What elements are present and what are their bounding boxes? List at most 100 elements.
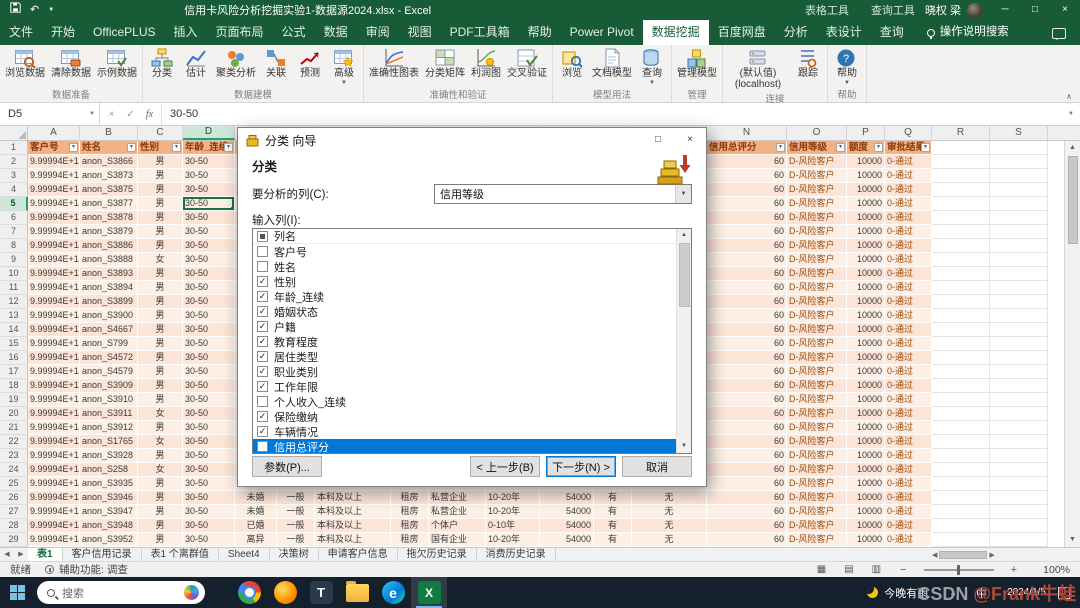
header-cell-D1[interactable]: 年龄_连续▼ [183, 141, 235, 155]
cell-P24[interactable]: 10000 [847, 463, 885, 477]
cell-O12[interactable]: D-风险客户 [787, 295, 847, 309]
scroll-down-icon[interactable]: ▼ [1069, 533, 1076, 547]
cell-O20[interactable]: D-风险客户 [787, 407, 847, 421]
checkbox-icon[interactable]: ✓ [257, 351, 268, 362]
cell-Q15[interactable]: 0-通过 [885, 337, 932, 351]
cell-G27[interactable]: 本科及以上 [315, 505, 391, 519]
cell-S19[interactable] [990, 393, 1048, 407]
cell-Q18[interactable]: 0-通过 [885, 379, 932, 393]
cell-R5[interactable] [932, 197, 990, 211]
cell-F28[interactable]: 一般 [277, 519, 315, 533]
cell-P23[interactable]: 10000 [847, 449, 885, 463]
cell-B9[interactable]: anon_S3888 [80, 253, 138, 267]
tab-开始[interactable]: 开始 [42, 20, 84, 45]
help-button[interactable]: ?帮助▼ [830, 46, 864, 86]
cell-F27[interactable]: 一般 [277, 505, 315, 519]
cell-C3[interactable]: 男 [138, 169, 183, 183]
tab-分析[interactable]: 分析 [775, 20, 817, 45]
cell-O29[interactable]: D-风险客户 [787, 533, 847, 547]
input-column-item[interactable]: ✓车辆情况 [253, 424, 676, 439]
excel-icon[interactable]: X [418, 581, 441, 604]
cell-S17[interactable] [990, 365, 1048, 379]
next-button[interactable]: 下一步(N) > [546, 456, 616, 477]
cell-S24[interactable] [990, 463, 1048, 477]
firefox-taskbar-slot[interactable] [267, 577, 303, 608]
dialog-title-bar[interactable]: 分类 向导 □ × [238, 128, 706, 152]
cell-C25[interactable]: 男 [138, 477, 183, 491]
cell-M27[interactable]: 无 [632, 505, 707, 519]
cell-O15[interactable]: D-风险客户 [787, 337, 847, 351]
cell-B13[interactable]: anon_S3900 [80, 309, 138, 323]
cell-O28[interactable]: D-风险客户 [787, 519, 847, 533]
edge-icon[interactable]: e [382, 581, 405, 604]
checkbox-icon[interactable] [257, 246, 268, 257]
cell-A5[interactable]: 9.99994E+11 [28, 197, 80, 211]
cell-O10[interactable]: D-风险客户 [787, 267, 847, 281]
profit-chart-button[interactable]: 利润图 [468, 46, 504, 80]
cell-C4[interactable]: 男 [138, 183, 183, 197]
cell-B19[interactable]: anon_S3910 [80, 393, 138, 407]
row-header-2[interactable]: 2 [0, 155, 28, 169]
formula-cancel-icon[interactable]: × [102, 109, 121, 120]
accessibility-status[interactable]: 辅助功能: 调查 [45, 562, 128, 577]
sheet-nav-right-icon[interactable]: ▶ [14, 548, 28, 561]
cell-B8[interactable]: anon_S3886 [80, 239, 138, 253]
cell-Q22[interactable]: 0-通过 [885, 435, 932, 449]
cell-R17[interactable] [932, 365, 990, 379]
cell-Q13[interactable]: 0-通过 [885, 309, 932, 323]
cell-S2[interactable] [990, 155, 1048, 169]
chrome-icon[interactable] [238, 581, 261, 604]
cell-N2[interactable]: 60 [707, 155, 787, 169]
cell-R22[interactable] [932, 435, 990, 449]
comments-icon[interactable] [1052, 28, 1066, 39]
cell-O19[interactable]: D-风险客户 [787, 393, 847, 407]
input-column-item[interactable]: 客户号 [253, 244, 676, 259]
cell-N13[interactable]: 60 [707, 309, 787, 323]
cell-F29[interactable]: 一般 [277, 533, 315, 547]
cell-N27[interactable]: 60 [707, 505, 787, 519]
cell-R19[interactable] [932, 393, 990, 407]
cell-N7[interactable]: 60 [707, 225, 787, 239]
cell-A27[interactable]: 9.99994E+11 [28, 505, 80, 519]
column-header-B[interactable]: B [80, 126, 138, 140]
cell-C20[interactable]: 女 [138, 407, 183, 421]
cell-C7[interactable]: 男 [138, 225, 183, 239]
cell-Q29[interactable]: 0-通过 [885, 533, 932, 547]
cell-B26[interactable]: anon_S3946 [80, 491, 138, 505]
cell-J29[interactable]: 10-20年 [486, 533, 540, 547]
cell-D12[interactable]: 30-50 [183, 295, 235, 309]
input-column-item[interactable]: ✓保险缴纳 [253, 409, 676, 424]
cell-D29[interactable]: 30-50 [183, 533, 235, 547]
cell-B12[interactable]: anon_S3899 [80, 295, 138, 309]
cell-O4[interactable]: D-风险客户 [787, 183, 847, 197]
cell-C29[interactable]: 男 [138, 533, 183, 547]
cell-A17[interactable]: 9.99994E+11 [28, 365, 80, 379]
cell-S1[interactable] [990, 141, 1048, 155]
cell-C10[interactable]: 男 [138, 267, 183, 281]
cell-B21[interactable]: anon_S3912 [80, 421, 138, 435]
cell-O2[interactable]: D-风险客户 [787, 155, 847, 169]
hscroll-left-icon[interactable]: ◀ [930, 551, 939, 559]
row-header-7[interactable]: 7 [0, 225, 28, 239]
row-header-4[interactable]: 4 [0, 183, 28, 197]
cell-R3[interactable] [932, 169, 990, 183]
formula-input[interactable]: 30-50 [162, 103, 1062, 125]
filter-dropdown-icon[interactable]: ▼ [836, 143, 845, 152]
cell-P18[interactable]: 10000 [847, 379, 885, 393]
sheet-tab-申请客户信息[interactable]: 申请客户信息 [319, 548, 398, 561]
cell-P6[interactable]: 10000 [847, 211, 885, 225]
cell-Q2[interactable]: 0-通过 [885, 155, 932, 169]
column-header-Q[interactable]: Q [885, 126, 932, 140]
t-app-taskbar-slot[interactable]: T [303, 577, 339, 608]
account-chip[interactable]: 晓权 梁 [925, 2, 982, 18]
cell-P27[interactable]: 10000 [847, 505, 885, 519]
cell-C11[interactable]: 男 [138, 281, 183, 295]
sample-data-button[interactable]: 示例数据 [94, 46, 140, 80]
checkbox-icon[interactable]: ✓ [257, 291, 268, 302]
cell-Q10[interactable]: 0-通过 [885, 267, 932, 281]
forecast-button[interactable]: 预测 [293, 46, 327, 80]
maximize-button[interactable]: □ [1020, 0, 1050, 20]
cell-K27[interactable]: 54000 [540, 505, 594, 519]
cell-C26[interactable]: 男 [138, 491, 183, 505]
insert-function-icon[interactable]: fx [140, 109, 159, 120]
